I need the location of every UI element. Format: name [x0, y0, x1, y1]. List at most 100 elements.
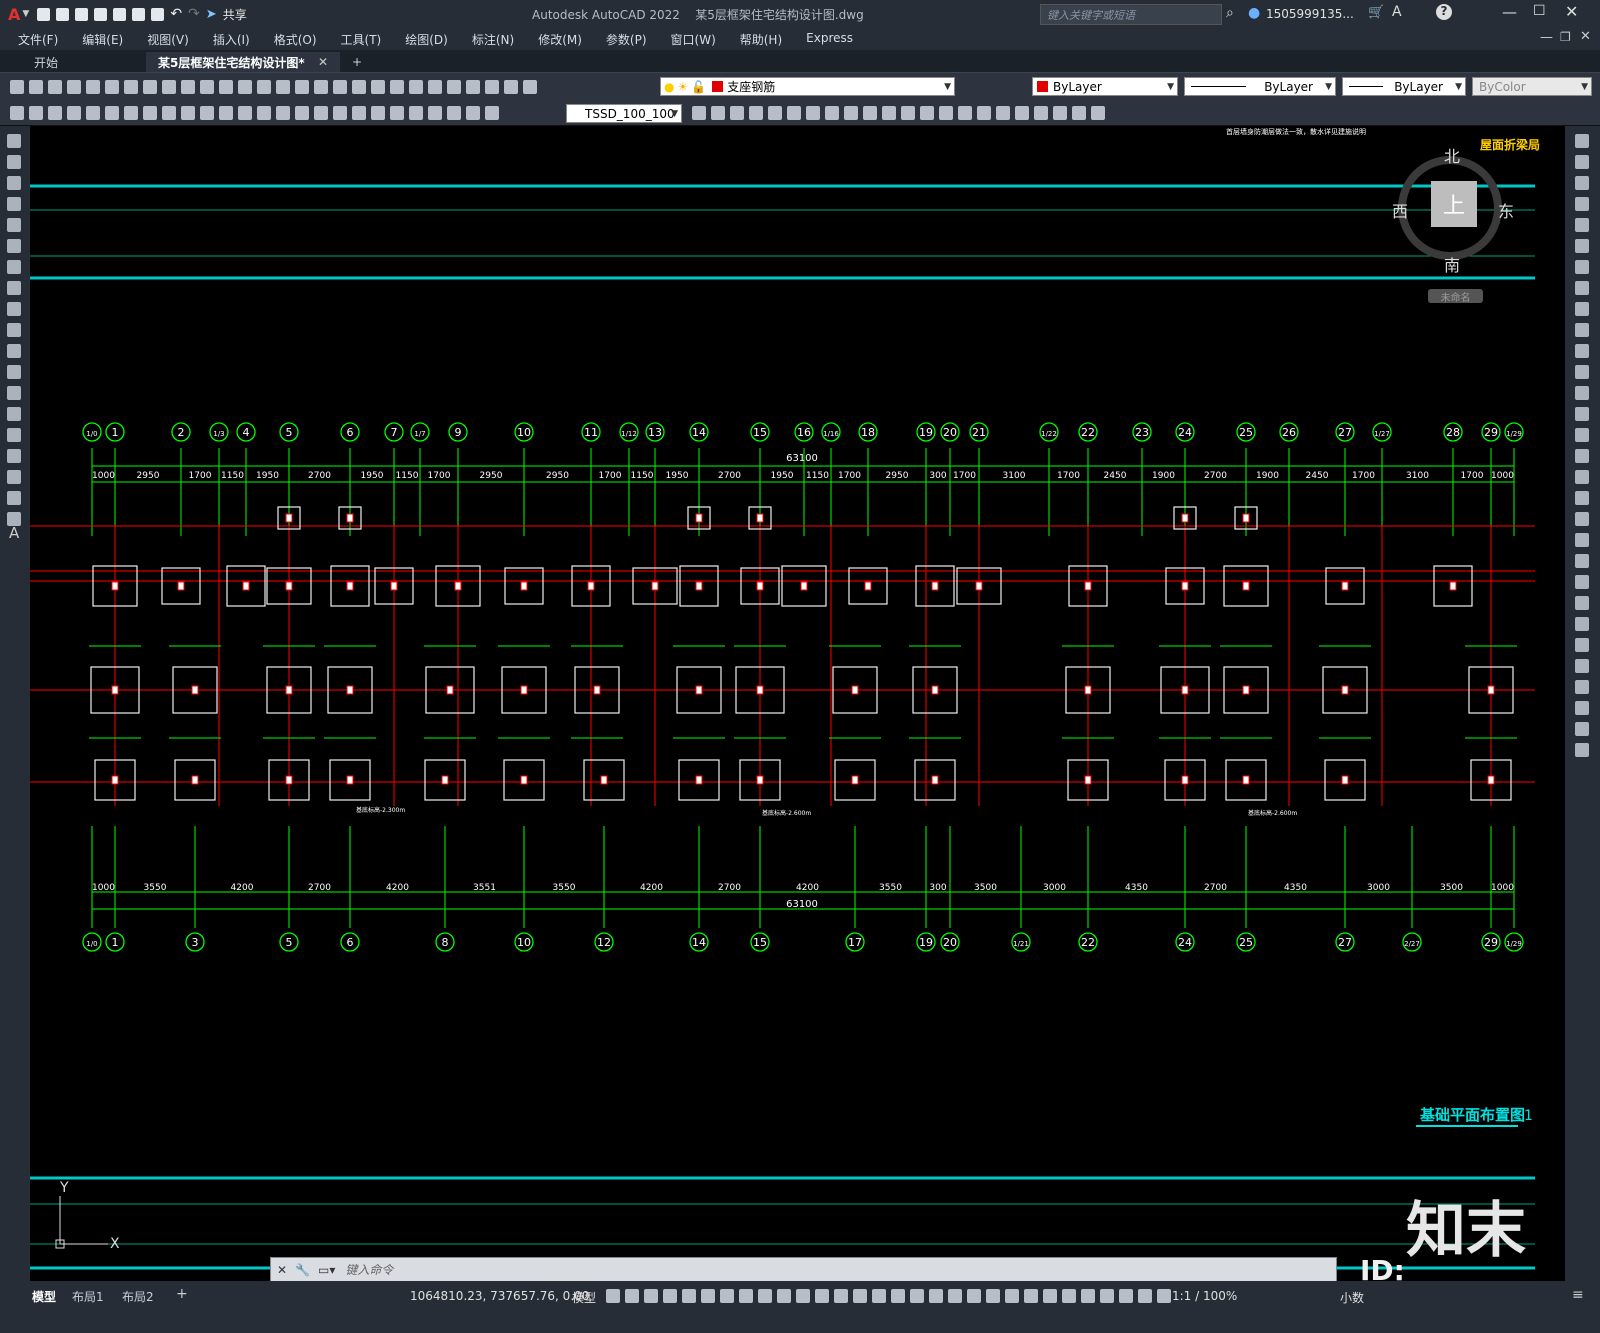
- model-space-button[interactable]: 模型: [572, 1289, 596, 1306]
- text-tool-icon[interactable]: A: [9, 524, 19, 542]
- menu-item[interactable]: 视图(V): [147, 31, 189, 48]
- menu-item[interactable]: 帮助(H): [740, 31, 782, 48]
- status-toggle-icon[interactable]: [967, 1289, 981, 1303]
- dimension-tool-icon[interactable]: [200, 106, 214, 120]
- modify-tool-icon[interactable]: [1575, 659, 1589, 673]
- status-toggle-icon[interactable]: [1157, 1289, 1171, 1303]
- dimension-tool-icon[interactable]: [333, 106, 347, 120]
- tab-close-icon[interactable]: ✕: [318, 55, 328, 69]
- dimension-tool-icon[interactable]: [276, 106, 290, 120]
- color-dropdown[interactable]: ByLayer ▼: [1032, 77, 1178, 96]
- modify-tool-icon[interactable]: [1575, 470, 1589, 484]
- modify-tool-icon[interactable]: [1575, 428, 1589, 442]
- draw-tool-icon[interactable]: [7, 197, 21, 211]
- modify-tool-icon[interactable]: [692, 106, 706, 120]
- plot-icon[interactable]: [151, 7, 165, 21]
- autodesk-a360-icon[interactable]: A: [1392, 4, 1402, 20]
- add-layout-button[interactable]: +: [176, 1286, 188, 1302]
- draw-tool-icon[interactable]: [7, 281, 21, 295]
- modify-tool-icon[interactable]: [1575, 575, 1589, 589]
- draw-tool-icon[interactable]: [7, 449, 21, 463]
- modify-tool-icon[interactable]: [1575, 155, 1589, 169]
- modify-tool-icon[interactable]: [882, 106, 896, 120]
- search-input[interactable]: 键入关键字或短语: [1047, 7, 1135, 23]
- close-icon[interactable]: ✕: [1565, 2, 1578, 21]
- status-toggle-icon[interactable]: [758, 1289, 772, 1303]
- modify-tool-icon[interactable]: [1575, 554, 1589, 568]
- draw-tool-icon[interactable]: [7, 323, 21, 337]
- dimension-tool-icon[interactable]: [86, 106, 100, 120]
- search-icon[interactable]: ⌕: [1226, 5, 1234, 21]
- modify-tool-icon[interactable]: [1575, 260, 1589, 274]
- toolbar-tool-icon[interactable]: [295, 80, 309, 94]
- cart-icon[interactable]: 🛒: [1368, 5, 1384, 20]
- modify-tool-icon[interactable]: [958, 106, 972, 120]
- toolbar-tool-icon[interactable]: [86, 80, 100, 94]
- toolbar-tool-icon[interactable]: [485, 80, 499, 94]
- draw-tool-icon[interactable]: [7, 407, 21, 421]
- draw-tool-icon[interactable]: [7, 260, 21, 274]
- doc-minimize-icon[interactable]: —: [1540, 30, 1553, 45]
- draw-tool-icon[interactable]: [7, 134, 21, 148]
- status-toggle-icon[interactable]: [948, 1289, 962, 1303]
- dimension-tool-icon[interactable]: [29, 106, 43, 120]
- command-input[interactable]: 键入命令: [345, 1261, 393, 1278]
- dimension-tool-icon[interactable]: [238, 106, 252, 120]
- modify-tool-icon[interactable]: [1072, 106, 1086, 120]
- status-toggle-icon[interactable]: [1138, 1289, 1152, 1303]
- menu-item[interactable]: 绘图(D): [405, 31, 448, 48]
- status-toggle-icon[interactable]: [682, 1289, 696, 1303]
- draw-tool-icon[interactable]: [7, 365, 21, 379]
- new-tab-button[interactable]: +: [340, 52, 374, 72]
- cmd-close-icon[interactable]: ✕: [277, 1263, 287, 1277]
- menu-item[interactable]: 格式(O): [274, 31, 317, 48]
- dimension-tool-icon[interactable]: [181, 106, 195, 120]
- modify-tool-icon[interactable]: [1575, 449, 1589, 463]
- toolbar-tool-icon[interactable]: [371, 80, 385, 94]
- dimension-tool-icon[interactable]: [447, 106, 461, 120]
- toolbar-tool-icon[interactable]: [504, 80, 518, 94]
- annotation-scale[interactable]: 1:1 / 100%: [1172, 1289, 1237, 1303]
- modify-tool-icon[interactable]: [730, 106, 744, 120]
- draw-tool-icon[interactable]: [7, 344, 21, 358]
- help-icon[interactable]: ?: [1436, 4, 1452, 20]
- maximize-icon[interactable]: ☐: [1533, 3, 1546, 19]
- toolbar-tool-icon[interactable]: [390, 80, 404, 94]
- dimension-tool-icon[interactable]: [105, 106, 119, 120]
- compass-north[interactable]: 北: [1444, 143, 1460, 167]
- customize-icon[interactable]: ≡: [1572, 1287, 1584, 1303]
- menu-item[interactable]: 修改(M): [538, 31, 582, 48]
- redo-icon[interactable]: ↷: [188, 6, 200, 22]
- modify-tool-icon[interactable]: [996, 106, 1010, 120]
- dimension-tool-icon[interactable]: [219, 106, 233, 120]
- menu-item[interactable]: 插入(I): [213, 31, 250, 48]
- modify-tool-icon[interactable]: [1575, 134, 1589, 148]
- menu-item[interactable]: 编辑(E): [82, 31, 123, 48]
- status-toggle-icon[interactable]: [929, 1289, 943, 1303]
- doc-close-icon[interactable]: ✕: [1580, 29, 1591, 44]
- share-icon[interactable]: ➤: [206, 7, 217, 22]
- dimension-tool-icon[interactable]: [295, 106, 309, 120]
- user-icon[interactable]: ●: [1248, 5, 1260, 21]
- draw-tool-icon[interactable]: [7, 428, 21, 442]
- modify-tool-icon[interactable]: [1575, 281, 1589, 295]
- linetype-dropdown[interactable]: ByLayer ▼: [1184, 77, 1336, 96]
- menu-item[interactable]: 标注(N): [472, 31, 514, 48]
- toolbar-tool-icon[interactable]: [352, 80, 366, 94]
- status-toggle-icon[interactable]: [625, 1289, 639, 1303]
- doc-restore-icon[interactable]: ❐: [1560, 30, 1571, 44]
- drawing-canvas[interactable]: 63100 63100 1000 2950 1700 1150 1950 2700 1950 11…: [30, 126, 1565, 1281]
- command-line[interactable]: ✕ 🔧 ▭▾ 键入命令: [270, 1257, 1337, 1282]
- layout-tab[interactable]: 模型: [32, 1288, 56, 1305]
- toolbar-tool-icon[interactable]: [523, 80, 537, 94]
- modify-tool-icon[interactable]: [1091, 106, 1105, 120]
- compass-east[interactable]: 东: [1498, 198, 1514, 222]
- modify-tool-icon[interactable]: [1575, 491, 1589, 505]
- draw-tool-icon[interactable]: [7, 218, 21, 232]
- new-file-icon[interactable]: [37, 7, 51, 21]
- save-web-icon[interactable]: [132, 7, 146, 21]
- status-toggle-icon[interactable]: [1043, 1289, 1057, 1303]
- modify-tool-icon[interactable]: [1575, 596, 1589, 610]
- modify-tool-icon[interactable]: [1575, 344, 1589, 358]
- toolbar-tool-icon[interactable]: [238, 80, 252, 94]
